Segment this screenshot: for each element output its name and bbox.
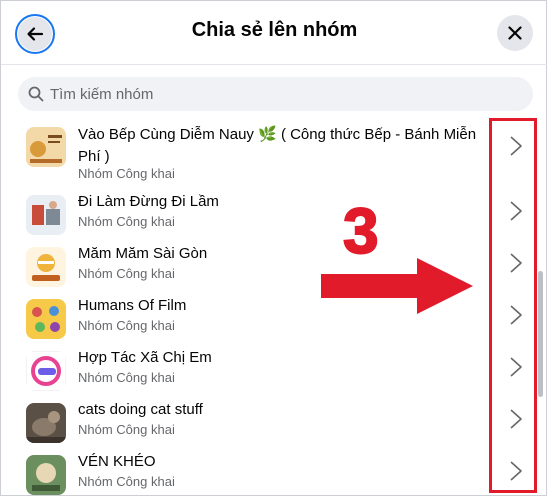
group-avatar bbox=[26, 247, 66, 287]
group-avatar bbox=[26, 127, 66, 167]
group-avatar bbox=[26, 351, 66, 391]
group-privacy: Nhóm Công khai bbox=[78, 370, 175, 385]
group-privacy: Nhóm Công khai bbox=[78, 422, 175, 437]
group-avatar bbox=[26, 455, 66, 495]
group-row[interactable]: Đi Làm Đừng Đi Lầm Nhóm Công khai bbox=[1, 193, 547, 243]
group-privacy: Nhóm Công khai bbox=[78, 318, 175, 333]
group-privacy: Nhóm Công khai bbox=[78, 474, 175, 489]
group-name: Đi Làm Đừng Đi Lầm bbox=[78, 193, 219, 210]
annotation-arrow-icon bbox=[321, 258, 473, 314]
annotation-highlight-box bbox=[489, 118, 537, 493]
group-row[interactable]: cats doing cat stuff Nhóm Công khai bbox=[1, 401, 547, 451]
group-name: Vào Bếp Cùng Diễm Nauy 🌿 ( Công thức Bếp… bbox=[78, 126, 477, 165]
dialog-header: Chia sẻ lên nhóm bbox=[1, 1, 547, 65]
group-avatar bbox=[26, 195, 66, 235]
group-avatar bbox=[26, 299, 66, 339]
group-search-bar[interactable] bbox=[18, 77, 533, 111]
close-button[interactable] bbox=[497, 15, 533, 51]
group-privacy: Nhóm Công khai bbox=[78, 166, 175, 181]
dialog-title: Chia sẻ lên nhóm bbox=[191, 19, 358, 41]
group-row[interactable]: Hợp Tác Xã Chị Em Nhóm Công khai bbox=[1, 349, 547, 399]
group-avatar bbox=[26, 403, 66, 443]
close-icon bbox=[508, 26, 522, 40]
group-name: VÉN KHÉO bbox=[78, 453, 156, 470]
group-privacy: Nhóm Công khai bbox=[78, 266, 175, 281]
group-row[interactable]: Vào Bếp Cùng Diễm Nauy 🌿 ( Công thức Bếp… bbox=[1, 121, 547, 191]
group-name: cats doing cat stuff bbox=[78, 401, 203, 418]
search-icon bbox=[28, 86, 44, 102]
scrollbar-thumb[interactable] bbox=[538, 271, 543, 397]
group-privacy: Nhóm Công khai bbox=[78, 214, 175, 229]
group-row[interactable]: VÉN KHÉO Nhóm Công khai bbox=[1, 453, 547, 497]
share-to-group-dialog: Chia sẻ lên nhóm Vào bbox=[0, 0, 547, 496]
group-name: Hợp Tác Xã Chị Em bbox=[78, 349, 212, 366]
search-input[interactable] bbox=[50, 85, 510, 103]
